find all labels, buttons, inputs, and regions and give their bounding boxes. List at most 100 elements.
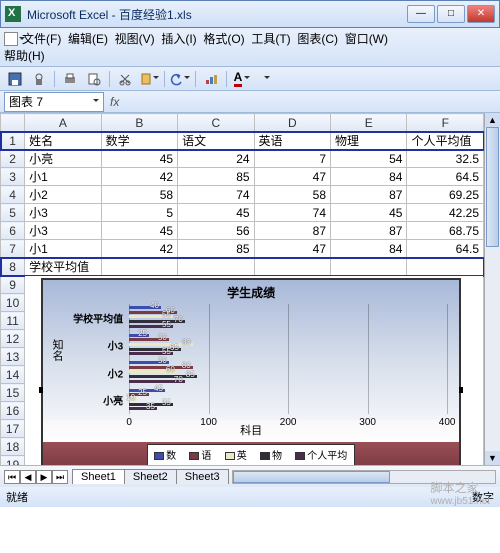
minimize-button[interactable]: — <box>407 5 435 23</box>
row-header[interactable]: 13 <box>1 348 25 366</box>
cell[interactable]: 85 <box>178 240 254 258</box>
save-icon[interactable] <box>4 69 26 89</box>
row-header[interactable]: 18 <box>1 438 25 456</box>
cell[interactable]: 74 <box>254 204 330 222</box>
menu-format[interactable]: 格式(O) <box>203 30 244 47</box>
scrollbar-thumb[interactable] <box>486 127 499 247</box>
sheet-tab[interactable]: Sheet3 <box>176 469 229 484</box>
scroll-down-icon[interactable]: ▼ <box>485 451 500 465</box>
menu-tools[interactable]: 工具(T) <box>251 30 290 47</box>
preview-icon[interactable] <box>83 69 105 89</box>
row-header[interactable]: 6 <box>1 222 25 240</box>
cell[interactable]: 24 <box>178 150 254 168</box>
paste-icon[interactable] <box>138 69 160 89</box>
cell[interactable]: 45 <box>178 204 254 222</box>
sheet-tab[interactable]: Sheet2 <box>124 469 177 484</box>
cell[interactable] <box>254 258 330 276</box>
row-header[interactable]: 4 <box>1 186 25 204</box>
cell[interactable]: 小2 <box>25 186 101 204</box>
row-header[interactable]: 9 <box>1 276 25 294</box>
name-box[interactable]: 图表 7 <box>4 92 104 112</box>
cell[interactable]: 语文 <box>178 132 254 150</box>
menu-file[interactable]: 文件(F) <box>22 30 61 47</box>
cell[interactable]: 47 <box>254 240 330 258</box>
row-header[interactable]: 3 <box>1 168 25 186</box>
row-header[interactable]: 2 <box>1 150 25 168</box>
row-header[interactable]: 14 <box>1 366 25 384</box>
horizontal-scrollbar[interactable] <box>232 470 496 484</box>
row-header[interactable]: 11 <box>1 312 25 330</box>
cell[interactable]: 45 <box>331 204 407 222</box>
embedded-chart[interactable]: 学生成绩 知名 0100200300400学校平均值4060557055小325… <box>41 278 461 465</box>
cell[interactable]: 小1 <box>25 168 101 186</box>
cell[interactable]: 56 <box>178 222 254 240</box>
cell[interactable]: 47 <box>254 168 330 186</box>
cell[interactable]: 54 <box>331 150 407 168</box>
cell[interactable]: 64.5 <box>407 168 484 186</box>
cell[interactable]: 小3 <box>25 222 101 240</box>
row-header[interactable]: 8 <box>1 258 25 276</box>
row-header[interactable]: 16 <box>1 402 25 420</box>
fx-icon[interactable]: fx <box>110 95 119 109</box>
cell[interactable]: 45 <box>101 222 177 240</box>
col-header[interactable]: F <box>407 114 484 132</box>
cell[interactable]: 87 <box>331 186 407 204</box>
vertical-scrollbar[interactable]: ▲ ▼ <box>484 113 500 465</box>
cell[interactable]: 物理 <box>331 132 407 150</box>
cell[interactable]: 英语 <box>254 132 330 150</box>
chart-wizard-icon[interactable] <box>200 69 222 89</box>
undo-icon[interactable] <box>169 69 191 89</box>
menu-view[interactable]: 视图(V) <box>115 30 155 47</box>
cell[interactable]: 5 <box>101 204 177 222</box>
cell-with-chart[interactable]: 学生成绩 知名 0100200300400学校平均值4060557055小325… <box>25 276 484 466</box>
col-header[interactable]: E <box>331 114 407 132</box>
cell[interactable]: 个人平均值 <box>407 132 484 150</box>
toolbar-overflow-icon[interactable] <box>255 69 277 89</box>
cell[interactable]: 84 <box>331 168 407 186</box>
cell[interactable]: 74 <box>178 186 254 204</box>
maximize-button[interactable]: □ <box>437 5 465 23</box>
cell[interactable] <box>101 258 177 276</box>
row-header[interactable]: 17 <box>1 420 25 438</box>
scroll-up-icon[interactable]: ▲ <box>485 113 500 127</box>
cell[interactable]: 32.5 <box>407 150 484 168</box>
font-color-icon[interactable]: A <box>231 69 253 89</box>
tab-nav-first-icon[interactable]: ⏮ <box>4 470 20 484</box>
row-header[interactable]: 5 <box>1 204 25 222</box>
menu-insert[interactable]: 插入(I) <box>161 30 196 47</box>
cell[interactable]: 58 <box>101 186 177 204</box>
col-header[interactable]: D <box>254 114 330 132</box>
menu-chart[interactable]: 图表(C) <box>297 30 338 47</box>
cell[interactable]: 小1 <box>25 240 101 258</box>
cell[interactable]: 64.5 <box>407 240 484 258</box>
cell[interactable]: 数学 <box>101 132 177 150</box>
print-icon[interactable] <box>59 69 81 89</box>
tab-nav-last-icon[interactable]: ⏭ <box>52 470 68 484</box>
menu-help[interactable]: 帮助(H) <box>4 47 45 64</box>
row-header[interactable]: 7 <box>1 240 25 258</box>
cell[interactable]: 小3 <box>25 204 101 222</box>
cell[interactable]: 84 <box>331 240 407 258</box>
cell[interactable]: 小亮 <box>25 150 101 168</box>
col-header[interactable]: C <box>178 114 254 132</box>
select-all-corner[interactable] <box>1 114 25 132</box>
cut-icon[interactable] <box>114 69 136 89</box>
cell[interactable]: 87 <box>331 222 407 240</box>
cell[interactable]: 42 <box>101 168 177 186</box>
col-header[interactable]: A <box>25 114 101 132</box>
row-header[interactable]: 10 <box>1 294 25 312</box>
cell[interactable]: 87 <box>254 222 330 240</box>
menu-edit[interactable]: 编辑(E) <box>68 30 108 47</box>
permission-icon[interactable] <box>28 69 50 89</box>
row-header[interactable]: 12 <box>1 330 25 348</box>
cell[interactable]: 姓名 <box>25 132 101 150</box>
cell[interactable]: 58 <box>254 186 330 204</box>
tab-nav-next-icon[interactable]: ▶ <box>36 470 52 484</box>
sheet-tab[interactable]: Sheet1 <box>72 469 125 484</box>
row-header[interactable]: 19 <box>1 456 25 466</box>
close-button[interactable]: ✕ <box>467 5 495 23</box>
menu-window[interactable]: 窗口(W) <box>345 30 388 47</box>
tab-nav-prev-icon[interactable]: ◀ <box>20 470 36 484</box>
cell[interactable]: 42 <box>101 240 177 258</box>
cell[interactable] <box>331 258 407 276</box>
